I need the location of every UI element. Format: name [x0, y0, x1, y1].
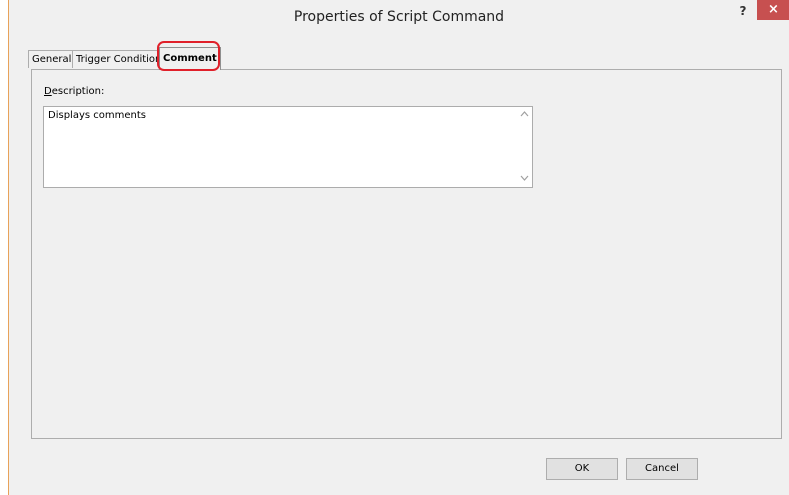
chevron-down-icon[interactable]: [516, 171, 532, 187]
help-button[interactable]: ?: [734, 3, 752, 19]
description-textarea[interactable]: Displays comments: [43, 106, 533, 188]
tab-trigger-condition[interactable]: Trigger Condition: [72, 50, 166, 68]
description-value: Displays comments: [48, 110, 146, 121]
cancel-button[interactable]: Cancel: [626, 458, 698, 480]
tab-general[interactable]: General: [28, 50, 76, 68]
description-label: Description:: [44, 86, 105, 97]
dialog-title: Properties of Script Command: [293, 9, 505, 25]
dialog-window: Properties of Script Command ? × General…: [8, 0, 789, 495]
description-scrollbar[interactable]: [516, 107, 532, 187]
comment-tab-panel: Description: Displays comments: [31, 69, 782, 439]
ok-button[interactable]: OK: [546, 458, 618, 480]
title-bar: Properties of Script Command ? ×: [9, 0, 789, 34]
close-button[interactable]: ×: [757, 0, 789, 20]
chevron-up-icon[interactable]: [516, 107, 532, 123]
tab-highlight-annotation: [157, 41, 220, 71]
close-icon: ×: [768, 2, 779, 17]
